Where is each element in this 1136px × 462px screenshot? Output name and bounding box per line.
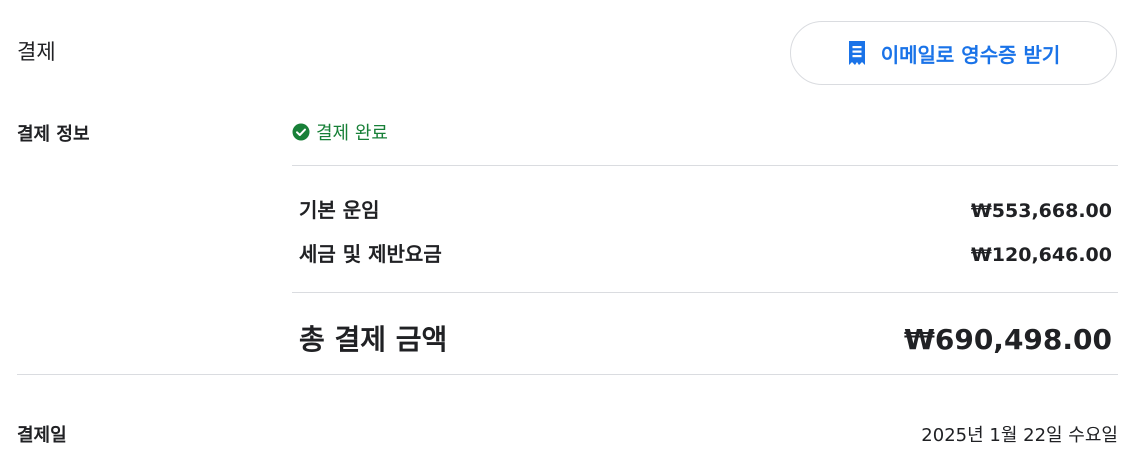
payment-status-text: 결제 완료 [316, 123, 388, 144]
charge-row-taxes: 세금 및 제반요금 ₩120,646.00 [299, 238, 1112, 267]
divider [292, 292, 1118, 293]
divider [292, 165, 1118, 166]
payment-date-value: 2025년 1월 22일 수요일 [921, 425, 1118, 446]
payment-page: 결제 이메일로 영수증 받기 결제 정보 결제 완료 기본 운임 ₩553,66… [0, 0, 1136, 462]
divider [17, 374, 1118, 375]
page-title: 결제 [17, 40, 56, 64]
email-receipt-button[interactable]: 이메일로 영수증 받기 [790, 21, 1117, 85]
charge-label: 기본 운임 [299, 198, 380, 222]
charge-amount: ₩553,668.00 [970, 200, 1112, 222]
payment-status: 결제 완료 [292, 119, 388, 145]
charge-amount: ₩120,646.00 [970, 244, 1112, 266]
total-amount: ₩690,498.00 [903, 323, 1112, 356]
charge-label: 세금 및 제반요금 [299, 242, 442, 266]
check-circle-icon [292, 123, 310, 141]
payment-date-label: 결제일 [17, 425, 67, 446]
receipt-icon [847, 40, 867, 66]
email-receipt-button-label: 이메일로 영수증 받기 [880, 42, 1061, 67]
charge-row-base-fare: 기본 운임 ₩553,668.00 [299, 194, 1112, 223]
payment-info-label: 결제 정보 [17, 124, 90, 145]
total-row: 총 결제 금액 ₩690,498.00 [299, 318, 1112, 358]
total-label: 총 결제 금액 [299, 323, 448, 356]
